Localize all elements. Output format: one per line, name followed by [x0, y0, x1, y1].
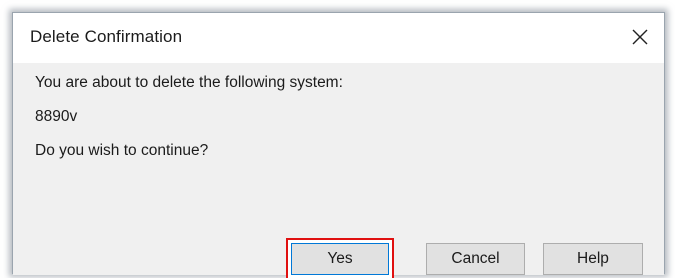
continue-prompt: Do you wish to continue?: [35, 142, 209, 159]
close-icon: [632, 29, 648, 45]
cancel-button[interactable]: Cancel: [426, 243, 525, 275]
help-button[interactable]: Help: [543, 243, 643, 275]
delete-confirmation-dialog: Delete Confirmation You are about to del…: [12, 12, 665, 275]
message-text: You are about to delete the following sy…: [35, 74, 343, 91]
close-button[interactable]: [616, 17, 664, 57]
dialog-body: You are about to delete the following sy…: [13, 63, 664, 275]
system-name: 8890v: [35, 108, 78, 125]
yes-button[interactable]: Yes: [291, 243, 389, 275]
dialog-titlebar: Delete Confirmation: [13, 13, 664, 63]
dialog-title: Delete Confirmation: [30, 27, 183, 46]
screenshot-canvas: Delete Confirmation You are about to del…: [0, 0, 675, 278]
